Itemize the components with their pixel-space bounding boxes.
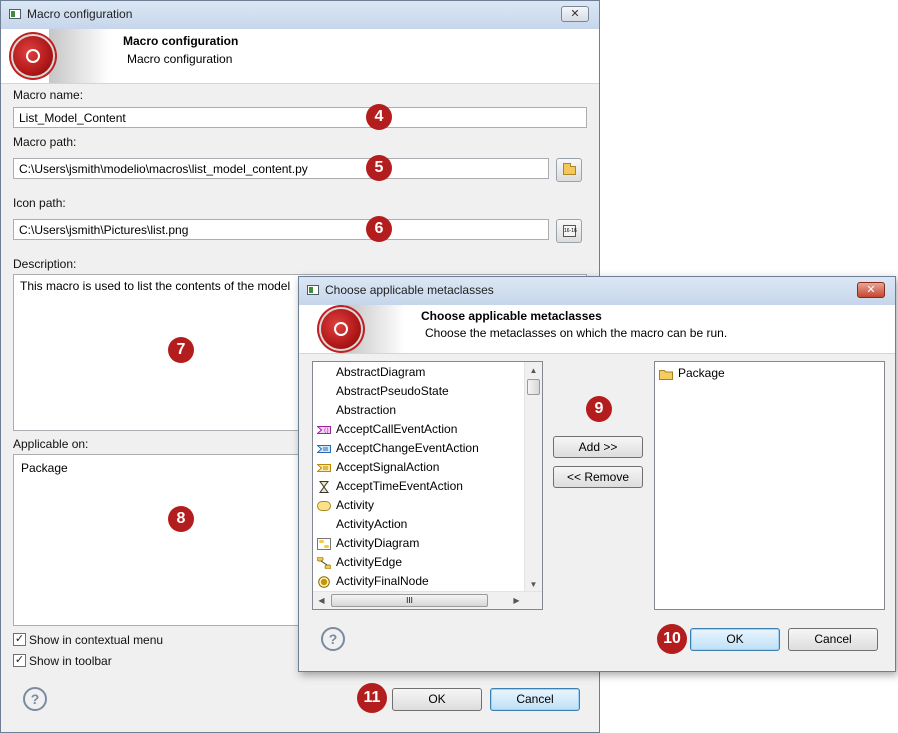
icon-path-label: Icon path: <box>13 196 66 210</box>
metaclass-label: Abstraction <box>336 403 397 417</box>
metaclass-window-title: Choose applicable metaclasses <box>325 283 494 297</box>
header-title: Macro configuration <box>123 34 239 48</box>
logo-fade <box>49 29 109 83</box>
activity-diagram-icon <box>317 537 331 550</box>
macro-name-field[interactable]: List_Model_Content <box>13 107 587 128</box>
window-icon <box>307 285 319 295</box>
help-icon[interactable]: ? <box>23 687 47 711</box>
metaclass-label: Activity <box>336 498 375 512</box>
show-in-toolbar-checkbox[interactable]: ✓ <box>13 654 26 667</box>
remove-button[interactable]: << Remove <box>553 466 643 488</box>
show-in-toolbar-label: Show in toolbar <box>29 654 112 668</box>
help-icon[interactable]: ? <box>321 627 345 651</box>
activity-edge-icon <box>316 556 332 570</box>
selected-metaclasses-list[interactable]: Package <box>654 361 885 610</box>
callout-5: 5 <box>366 155 392 181</box>
scroll-up-icon[interactable]: ▲ <box>525 362 542 379</box>
scroll-right-icon[interactable]: ▶ <box>508 592 525 609</box>
metaclass-label: AcceptSignalAction <box>336 460 440 474</box>
metaclass-title-bar[interactable]: Choose applicable metaclasses ✕ <box>299 277 895 306</box>
macro-name-label: Macro name: <box>13 88 84 102</box>
metaclass-label: AbstractDiagram <box>336 365 426 379</box>
hourglass-icon <box>317 480 331 493</box>
metaclass-label: AcceptChangeEventAction <box>336 441 479 455</box>
callout-7: 7 <box>168 337 194 363</box>
dialog-header: Macro configuration Macro configuration <box>1 29 599 84</box>
callout-10: 10 <box>657 624 687 654</box>
horizontal-scrollbar[interactable]: ◀ III ▶ <box>313 591 542 609</box>
final-node-icon <box>317 575 331 588</box>
callout-11: 11 <box>357 683 387 713</box>
callout-6: 6 <box>366 216 392 242</box>
metaclass-cancel-button[interactable]: Cancel <box>788 628 878 651</box>
show-contextual-menu-checkbox[interactable]: ✓ <box>13 633 26 646</box>
metaclass-label: AcceptTimeEventAction <box>336 479 463 493</box>
scroll-left-icon[interactable]: ◀ <box>313 592 330 609</box>
metaclass-header-title: Choose applicable metaclasses <box>421 309 602 323</box>
modelio-logo-icon <box>13 36 53 76</box>
metaclass-label: AcceptCallEventAction <box>336 422 458 436</box>
callout-8: 8 <box>168 506 194 532</box>
header-subtitle: Macro configuration <box>127 52 233 66</box>
folder-icon <box>659 367 673 380</box>
title-bar[interactable]: Macro configuration ✕ <box>1 1 599 30</box>
accept-change-event-icon <box>316 442 331 454</box>
browse-macro-path-button[interactable] <box>556 158 582 182</box>
selected-metaclass-label: Package <box>678 366 725 380</box>
macro-path-label: Macro path: <box>13 135 77 149</box>
metaclass-label: ActivityEdge <box>336 555 403 569</box>
modelio-logo-icon <box>321 309 361 349</box>
close-button[interactable]: ✕ <box>561 6 589 22</box>
cancel-button[interactable]: Cancel <box>490 688 580 711</box>
description-label: Description: <box>13 257 77 271</box>
horizontal-scroll-thumb[interactable]: III <box>331 594 488 607</box>
image-icon: 16·16 <box>563 225 577 237</box>
accept-call-event-icon: () <box>316 423 331 435</box>
metaclass-label: AbstractPseudoState <box>336 384 449 398</box>
folder-open-icon <box>563 163 576 175</box>
vertical-scroll-thumb[interactable] <box>527 379 540 395</box>
metaclass-dialog-header: Choose applicable metaclasses Choose the… <box>299 305 895 354</box>
show-contextual-menu-label: Show in contextual menu <box>29 633 164 647</box>
metaclass-label: ActivityDiagram <box>336 536 420 550</box>
macro-path-field[interactable]: C:\Users\jsmith\modelio\macros\list_mode… <box>13 158 549 179</box>
metaclass-header-subtitle: Choose the metaclasses on which the macr… <box>425 326 728 340</box>
window-title: Macro configuration <box>27 7 133 21</box>
applicable-on-label: Applicable on: <box>13 437 89 451</box>
choose-metaclasses-dialog: Choose applicable metaclasses ✕ Choose a… <box>298 276 896 672</box>
callout-4: 4 <box>366 104 392 130</box>
activity-icon <box>317 499 331 511</box>
accept-signal-icon <box>316 461 331 473</box>
metaclass-ok-button[interactable]: OK <box>690 628 780 651</box>
available-metaclasses-list[interactable]: AbstractDiagram AbstractPseudoState Abstra… <box>312 361 543 610</box>
metaclass-close-button[interactable]: ✕ <box>857 282 885 298</box>
add-button[interactable]: Add >> <box>553 436 643 458</box>
metaclass-label: ActivityAction <box>336 517 408 531</box>
vertical-scrollbar[interactable]: ▲ ▼ <box>524 362 542 593</box>
svg-text:(): () <box>324 428 329 435</box>
ok-button[interactable]: OK <box>392 688 482 711</box>
icon-path-field[interactable]: C:\Users\jsmith\Pictures\list.png <box>13 219 549 240</box>
browse-icon-path-button[interactable]: 16·16 <box>556 219 582 243</box>
metaclass-label: ActivityFinalNode <box>336 574 429 588</box>
callout-9: 9 <box>586 396 612 422</box>
window-icon <box>9 9 21 19</box>
